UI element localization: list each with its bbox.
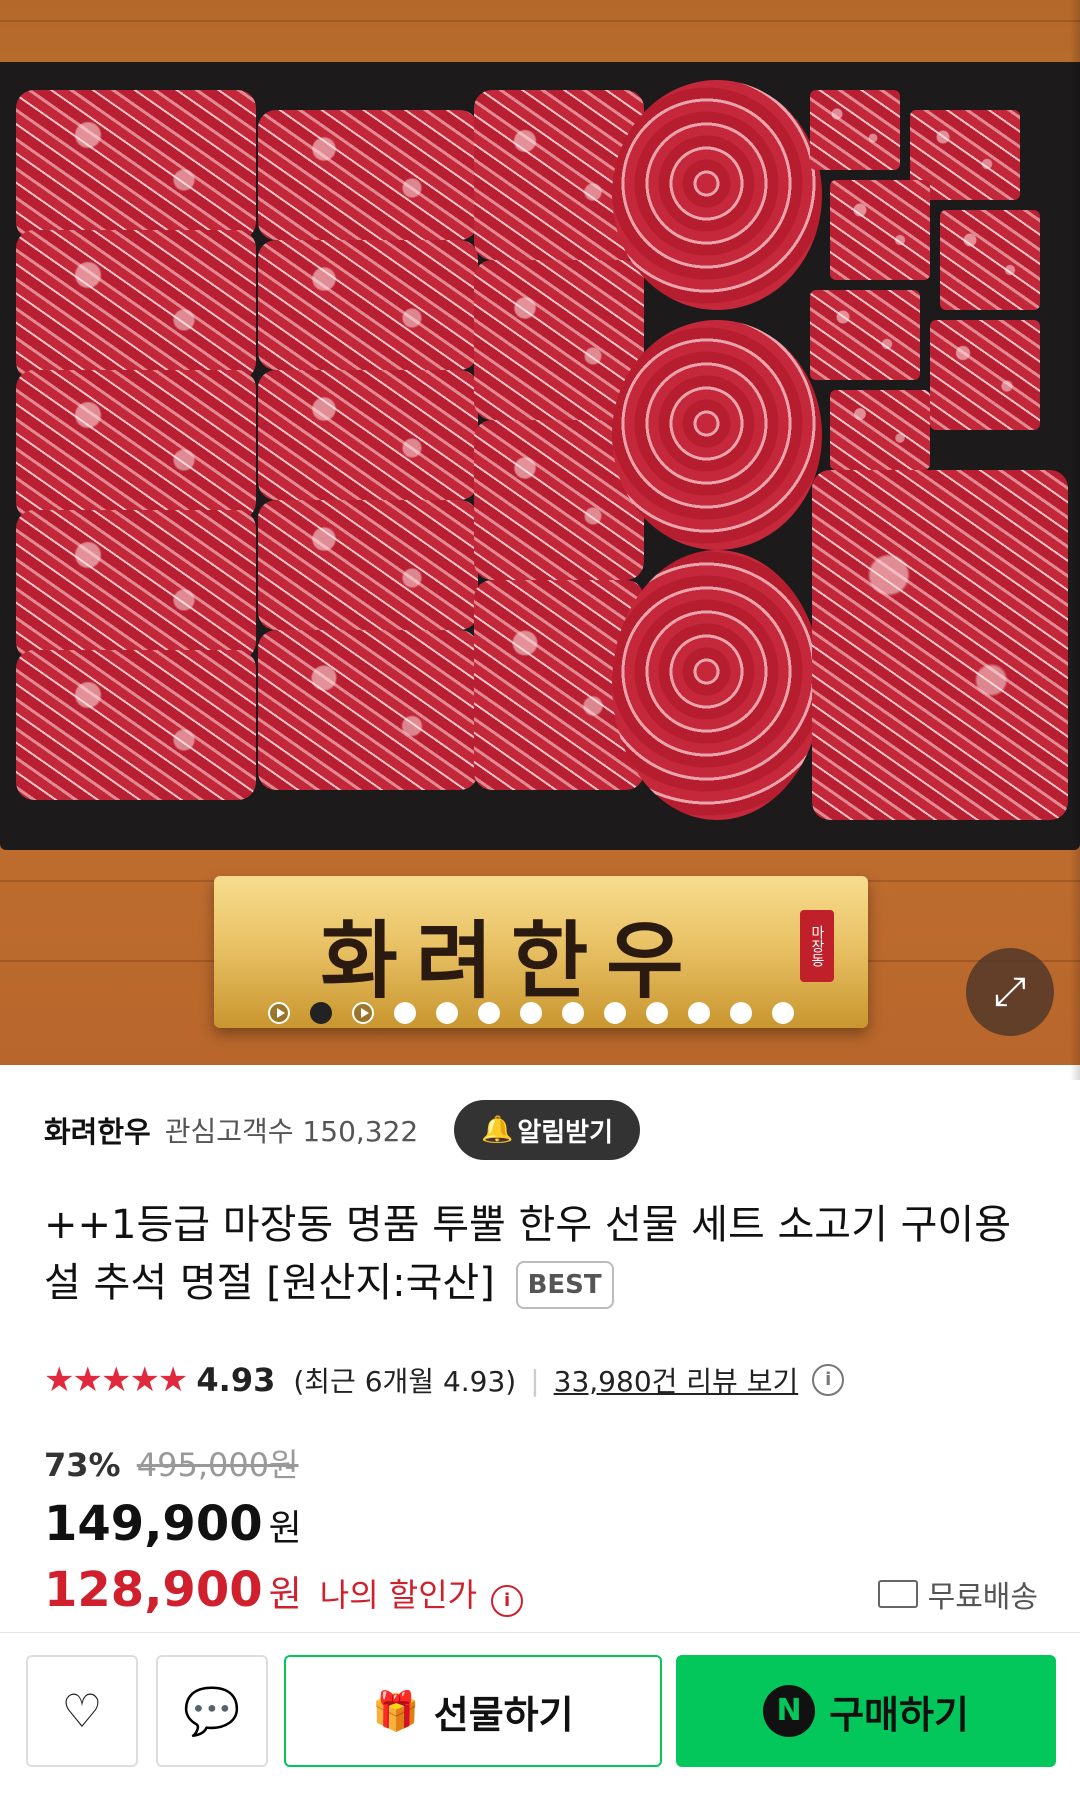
carousel-dot[interactable] (688, 1002, 710, 1024)
meat-slice (16, 370, 256, 520)
meat-cube (830, 390, 930, 470)
currency: 원 (268, 1574, 302, 1615)
carousel-dot[interactable] (478, 1002, 500, 1024)
meat-cube (930, 320, 1040, 430)
meat-cube (810, 90, 900, 170)
shipping-info: 무료배송 (877, 1572, 1038, 1616)
naver-pay-icon: N (763, 1685, 816, 1737)
my-price-value: 128,900 (44, 1562, 263, 1618)
meat-slice (16, 510, 256, 660)
scroll-shadow (1070, 0, 1080, 1080)
my-price-label: 나의 할인가 (319, 1576, 478, 1614)
fans-count: 관심고객수 150,322 (164, 1115, 419, 1148)
carousel-dot[interactable] (394, 1002, 416, 1024)
meat-slice (16, 230, 256, 380)
bottom-action-bar: ♡ 💬 🎁 선물하기 N 구매하기 (0, 1633, 1080, 1797)
meat-cube (830, 180, 930, 280)
meat-slice (16, 90, 256, 240)
chat-button[interactable]: 💬 (156, 1655, 268, 1767)
review-link[interactable]: 33,980건 리뷰 보기 (554, 1360, 799, 1400)
meat-round (612, 320, 822, 550)
wood-grain (0, 20, 1080, 22)
buy-label: 구매하기 (829, 1692, 969, 1737)
heart-icon: ♡ (61, 1684, 103, 1738)
carousel-dot[interactable] (772, 1002, 794, 1024)
info-icon[interactable]: i (491, 1585, 524, 1617)
info-icon[interactable]: i (812, 1364, 845, 1396)
meat-slice (258, 370, 478, 500)
sale-price-value: 149,900 (44, 1496, 263, 1552)
meat-slice (258, 630, 478, 790)
bell-icon: 🔔 (480, 1115, 514, 1145)
carousel-dot[interactable] (730, 1002, 752, 1024)
wishlist-button[interactable]: ♡ (26, 1655, 138, 1767)
alarm-label: 알림받기 (517, 1117, 614, 1148)
discount-row: 73% 495,000원 (44, 1440, 299, 1486)
product-title: ++1등급 마장동 명품 투뿔 한우 선물 세트 소고기 구이용 설 추석 명절… (44, 1196, 1034, 1312)
meat-slice (258, 240, 478, 370)
rating-score: 4.93 (196, 1361, 276, 1399)
store-info: 화려한우 관심고객수 150,322 (44, 1100, 418, 1160)
gift-icon: 🎁 (372, 1688, 420, 1733)
product-image-carousel[interactable]: 화려한우 마장동 ⤢ (0, 0, 1080, 1065)
original-price: 495,000원 (136, 1446, 299, 1484)
shipping-label: 무료배송 (927, 1580, 1038, 1615)
discount-percent: 73% (44, 1446, 121, 1484)
meat-round (612, 550, 822, 820)
carousel-dot[interactable] (646, 1002, 668, 1024)
recent-rating: (최근 6개월 4.93) (293, 1365, 517, 1398)
separator: | (530, 1363, 540, 1397)
gift-button[interactable]: 🎁 선물하기 (284, 1655, 662, 1767)
best-badge: BEST (515, 1261, 614, 1309)
store-name[interactable]: 화려한우 (44, 1109, 151, 1151)
meat-slice (16, 650, 256, 800)
meat-slice (258, 500, 478, 630)
currency: 원 (268, 1508, 302, 1549)
play-icon[interactable] (268, 1002, 290, 1024)
sale-price: 149,900 원 (44, 1496, 302, 1552)
carousel-dot[interactable] (436, 1002, 458, 1024)
meat-cube (940, 210, 1040, 310)
chat-icon: 💬 (183, 1683, 241, 1738)
meat-slice (258, 110, 478, 240)
carousel-dot[interactable] (604, 1002, 626, 1024)
buy-button[interactable]: N 구매하기 (676, 1655, 1056, 1767)
carousel-dot[interactable] (520, 1002, 542, 1024)
carousel-dot[interactable] (310, 1002, 332, 1024)
rating-row: ★★★★★ 4.93 (최근 6개월 4.93) | 33,980건 리뷰 보기… (44, 1354, 845, 1406)
meat-round (612, 80, 822, 310)
truck-icon (877, 1580, 918, 1608)
carousel-dot[interactable] (562, 1002, 584, 1024)
brand-seal: 마장동 (800, 910, 834, 982)
expand-icon[interactable]: ⤢ (966, 948, 1054, 1036)
gift-label: 선물하기 (433, 1692, 574, 1737)
alarm-button[interactable]: 🔔 알림받기 (454, 1100, 640, 1160)
carousel-indicator (268, 1002, 814, 1024)
meat-cube (810, 290, 920, 380)
meat-block (812, 470, 1068, 820)
star-rating: ★★★★★ (44, 1360, 188, 1400)
play-icon[interactable] (352, 1002, 374, 1024)
banner-title: 화려한우 (320, 911, 702, 1010)
my-discount-price: 128,900 원 나의 할인가 i (44, 1562, 524, 1618)
